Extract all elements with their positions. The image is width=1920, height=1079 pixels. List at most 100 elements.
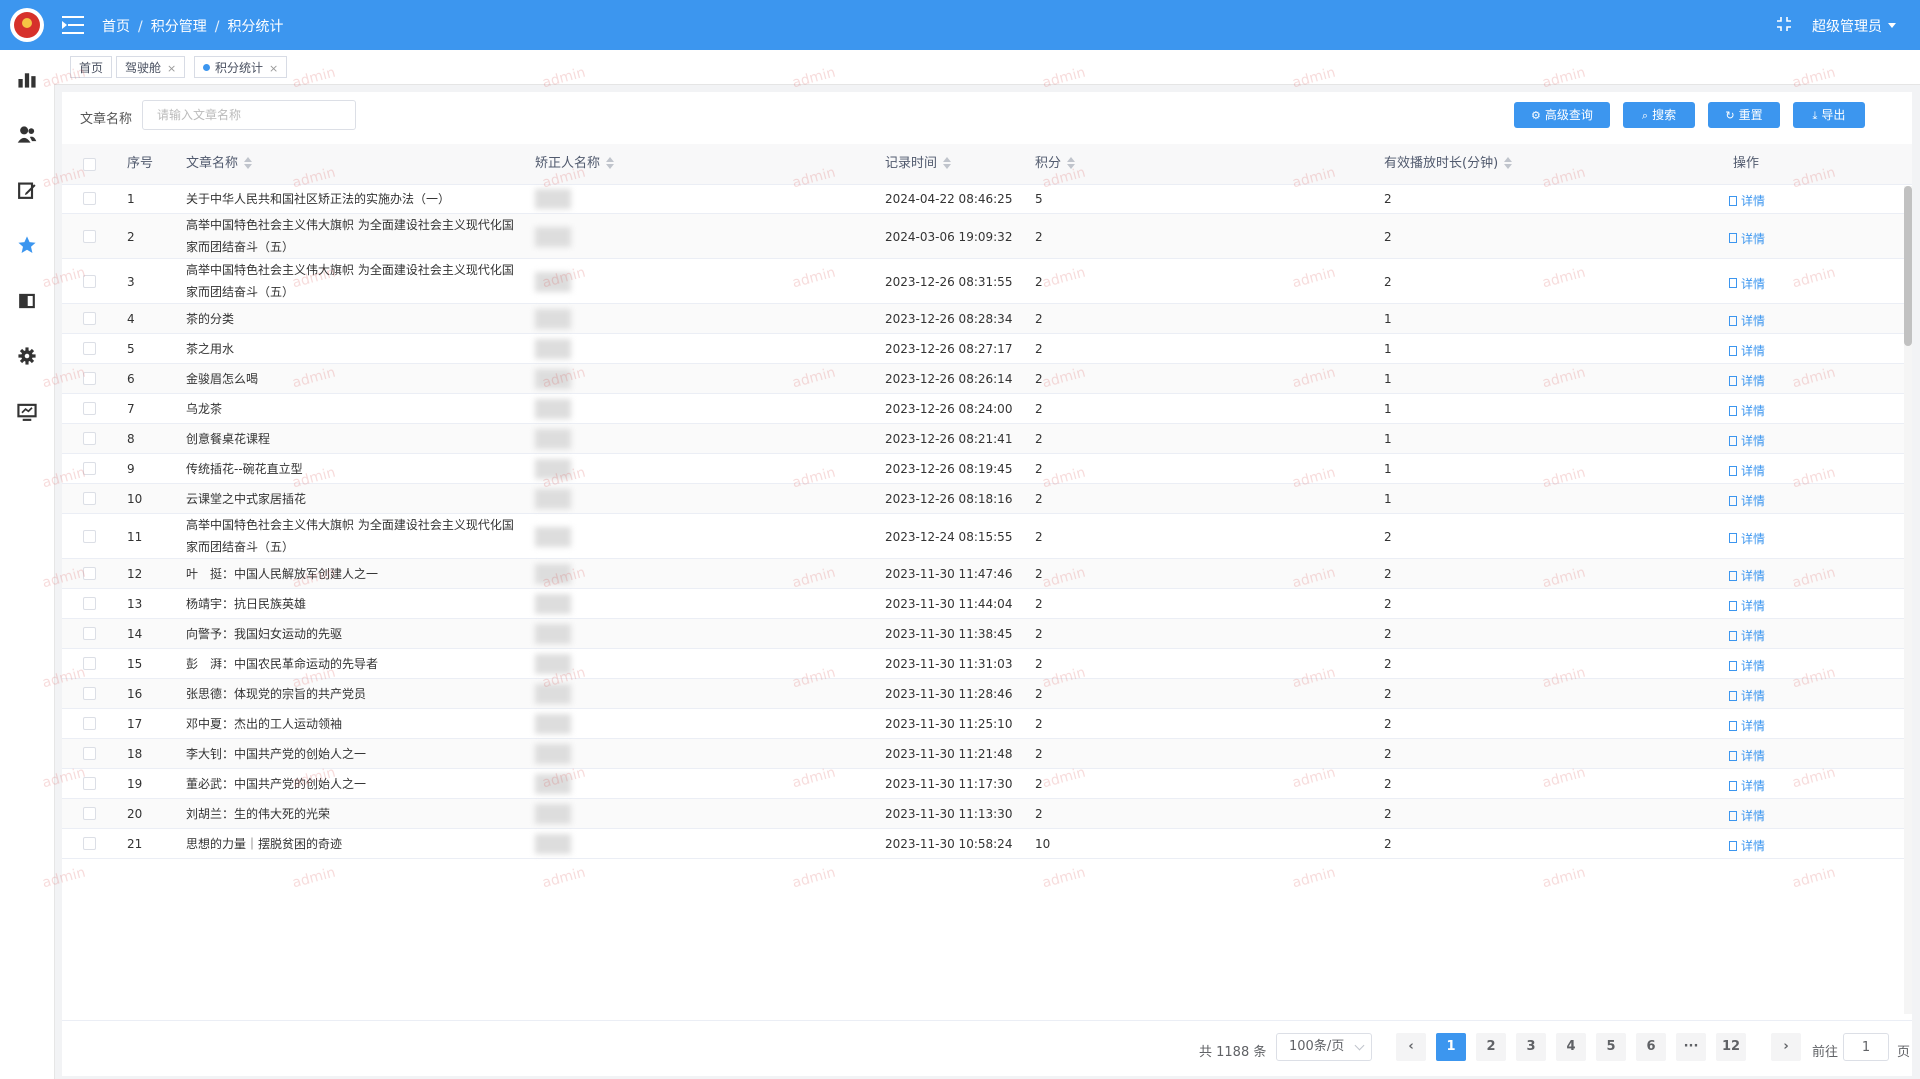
search-button[interactable]: ⌕ 搜索 xyxy=(1623,102,1695,128)
tag-cockpit[interactable]: 驾驶舱 × xyxy=(116,56,186,78)
fullscreen-icon[interactable] xyxy=(1776,16,1792,32)
tag-label: 驾驶舱 xyxy=(125,61,162,75)
document-icon xyxy=(1729,405,1737,416)
detail-link[interactable]: 详情 xyxy=(1729,687,1765,704)
advanced-query-button[interactable]: ⚙ 高级查询 xyxy=(1514,102,1610,128)
reset-button[interactable]: ↻ 重置 xyxy=(1708,102,1780,128)
edit-icon[interactable] xyxy=(17,180,37,200)
cell-duration: 2 xyxy=(1384,274,1392,289)
detail-link[interactable]: 详情 xyxy=(1729,530,1765,547)
user-name: 超级管理员 xyxy=(1812,19,1882,35)
detail-link[interactable]: 详情 xyxy=(1729,597,1765,614)
article-name-input[interactable] xyxy=(142,100,356,130)
detail-label: 详情 xyxy=(1741,464,1766,478)
menu-toggle-icon[interactable] xyxy=(62,16,84,34)
row-checkbox[interactable] xyxy=(83,432,96,445)
cell-title: 创意餐桌花课程 xyxy=(186,432,271,446)
more-pages-button[interactable]: ··· xyxy=(1676,1033,1706,1061)
row-checkbox[interactable] xyxy=(83,747,96,760)
star-icon[interactable] xyxy=(17,235,37,255)
detail-link[interactable]: 详情 xyxy=(1729,627,1765,644)
row-checkbox[interactable] xyxy=(83,312,96,325)
export-button[interactable]: ⤓ 导出 xyxy=(1793,102,1865,128)
row-checkbox[interactable] xyxy=(83,372,96,385)
row-checkbox[interactable] xyxy=(83,274,96,288)
page-size-select[interactable]: 100条/页 xyxy=(1276,1033,1372,1061)
scrollbar-thumb[interactable] xyxy=(1904,186,1912,346)
row-checkbox[interactable] xyxy=(83,462,96,475)
next-page-button[interactable]: › xyxy=(1771,1033,1801,1061)
row-checkbox[interactable] xyxy=(83,837,96,850)
table-row: 18 李大钊：中国共产党的创始人之一 2023-11-30 11:21:48 2 2 详情 xyxy=(62,739,1912,769)
detail-link[interactable]: 详情 xyxy=(1729,657,1765,674)
row-checkbox[interactable] xyxy=(83,777,96,790)
page-button[interactable]: 6 xyxy=(1636,1033,1666,1061)
select-all-checkbox[interactable] xyxy=(83,158,96,171)
book-icon[interactable] xyxy=(17,291,37,311)
row-checkbox[interactable] xyxy=(83,807,96,820)
gear-icon[interactable] xyxy=(17,346,37,366)
detail-link[interactable]: 详情 xyxy=(1729,747,1765,764)
cell-index: 13 xyxy=(127,597,143,611)
tag-home[interactable]: 首页 xyxy=(70,56,113,78)
close-icon[interactable]: × xyxy=(167,62,176,75)
cell-duration: 1 xyxy=(1384,492,1392,506)
detail-link[interactable]: 详情 xyxy=(1729,837,1765,854)
goto-page-input[interactable] xyxy=(1843,1033,1889,1061)
column-title[interactable]: 文章名称 xyxy=(186,144,253,184)
page-button[interactable]: 4 xyxy=(1556,1033,1586,1061)
row-checkbox[interactable] xyxy=(83,657,96,670)
close-icon[interactable]: × xyxy=(269,62,278,75)
detail-link[interactable]: 详情 xyxy=(1729,492,1765,509)
chevron-down-icon xyxy=(1888,22,1896,28)
table-row: 15 彭 湃：中国农民革命运动的先导者 2023-11-30 11:31:03 2 2 详… xyxy=(62,649,1912,679)
column-time[interactable]: 记录时间 xyxy=(885,144,952,184)
document-icon xyxy=(1729,435,1737,446)
row-checkbox[interactable] xyxy=(83,687,96,700)
breadcrumb-points-management[interactable]: 积分管理 xyxy=(151,19,207,35)
table-scrollbar[interactable] xyxy=(1904,186,1912,1014)
row-checkbox[interactable] xyxy=(83,192,96,205)
detail-link[interactable]: 详情 xyxy=(1729,275,1765,292)
monitor-icon[interactable] xyxy=(17,402,37,422)
detail-link[interactable]: 详情 xyxy=(1729,432,1765,449)
page-button[interactable]: 3 xyxy=(1516,1033,1546,1061)
row-checkbox[interactable] xyxy=(83,402,96,415)
detail-link[interactable]: 详情 xyxy=(1729,402,1765,419)
column-duration[interactable]: 有效播放时长(分钟) xyxy=(1384,144,1513,184)
detail-link[interactable]: 详情 xyxy=(1729,372,1765,389)
row-checkbox[interactable] xyxy=(83,342,96,355)
row-checkbox[interactable] xyxy=(83,627,96,640)
column-score[interactable]: 积分 xyxy=(1035,144,1076,184)
users-icon[interactable] xyxy=(17,124,37,144)
detail-link[interactable]: 详情 xyxy=(1729,717,1765,734)
detail-link[interactable]: 详情 xyxy=(1729,567,1765,584)
breadcrumb-home[interactable]: 首页 xyxy=(102,19,130,35)
row-checkbox[interactable] xyxy=(83,597,96,610)
user-menu[interactable]: 超级管理员 xyxy=(1812,16,1896,36)
column-person[interactable]: 矫正人名称 xyxy=(535,144,615,184)
page-button[interactable]: 2 xyxy=(1476,1033,1506,1061)
page-button[interactable]: 5 xyxy=(1596,1033,1626,1061)
cell-title: 思想的力量｜摆脱贫困的奇迹 xyxy=(186,837,343,851)
row-checkbox[interactable] xyxy=(83,529,96,543)
blurred-person-name xyxy=(535,714,571,734)
detail-link[interactable]: 详情 xyxy=(1729,777,1765,794)
detail-link[interactable]: 详情 xyxy=(1729,342,1765,359)
detail-link[interactable]: 详情 xyxy=(1729,807,1765,824)
button-label: 导出 xyxy=(1821,108,1846,122)
page-button[interactable]: 1 xyxy=(1436,1033,1466,1061)
prev-page-button[interactable]: ‹ xyxy=(1396,1033,1426,1061)
detail-link[interactable]: 详情 xyxy=(1729,192,1765,209)
cell-score: 2 xyxy=(1035,432,1043,446)
detail-link[interactable]: 详情 xyxy=(1729,462,1765,479)
detail-link[interactable]: 详情 xyxy=(1729,230,1765,247)
page-button[interactable]: 12 xyxy=(1716,1033,1746,1061)
tag-points-statistics[interactable]: 积分统计 × xyxy=(194,56,288,78)
row-checkbox[interactable] xyxy=(83,229,96,243)
row-checkbox[interactable] xyxy=(83,717,96,730)
chart-icon[interactable] xyxy=(17,69,37,89)
row-checkbox[interactable] xyxy=(83,567,96,580)
detail-link[interactable]: 详情 xyxy=(1729,312,1765,329)
row-checkbox[interactable] xyxy=(83,492,96,505)
